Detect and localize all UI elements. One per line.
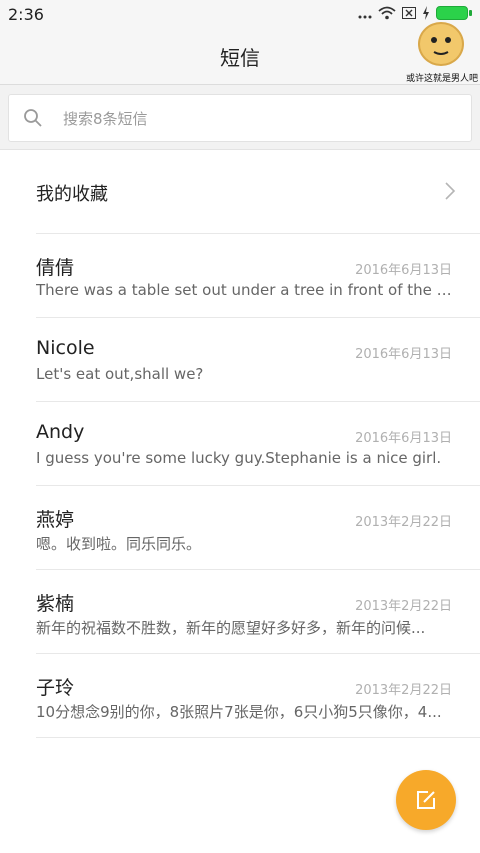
message-preview: I guess you're some lucky guy.Stephanie … xyxy=(36,449,442,467)
message-preview: 新年的祝福数不胜数，新年的愿望好多好多，新年的问候... xyxy=(36,619,426,637)
row-divider xyxy=(36,653,480,654)
message-preview: 10分想念9别的你，8张照片7张是你，6只小狗5只像你，4... xyxy=(36,703,442,721)
status-time: 2:36 xyxy=(8,5,44,24)
message-date: 2013年2月22日 xyxy=(355,599,452,614)
conversation-row[interactable]: Nicole 2016年6月13日 Let's eat out,shall we… xyxy=(0,317,480,401)
row-divider xyxy=(36,401,480,402)
no-sim-icon xyxy=(402,7,416,19)
contact-name: Nicole xyxy=(36,337,95,359)
charging-icon xyxy=(423,6,429,20)
message-date: 2016年6月13日 xyxy=(355,347,452,362)
wifi-icon xyxy=(378,6,396,20)
battery-icon xyxy=(436,6,472,20)
row-divider xyxy=(36,569,480,570)
app-header: 短信 或许这就是男人吧 xyxy=(0,22,480,85)
doge-face-icon xyxy=(418,22,464,66)
conversation-row[interactable]: 燕婷 2013年2月22日 嗯。收到啦。同乐同乐。 xyxy=(0,485,480,569)
conversation-row[interactable]: 子玲 2013年2月22日 10分想念9别的你，8张照片7张是你，6只小狗5只像… xyxy=(0,653,480,737)
list-end-divider xyxy=(36,737,480,738)
conversation-row[interactable]: Andy 2016年6月13日 I guess you're some luck… xyxy=(0,401,480,485)
message-preview: Let's eat out,shall we? xyxy=(36,365,204,383)
message-date: 2013年2月22日 xyxy=(355,515,452,530)
contact-name: 燕婷 xyxy=(36,509,75,531)
contact-name: 倩倩 xyxy=(36,257,75,279)
contact-name: Andy xyxy=(36,421,85,443)
message-date: 2013年2月22日 xyxy=(355,683,452,698)
row-divider xyxy=(36,485,480,486)
search-icon xyxy=(24,109,42,127)
conversation-row[interactable]: 紫楠 2013年2月22日 新年的祝福数不胜数，新年的愿望好多好多，新年的问候.… xyxy=(0,569,480,653)
doge-sticker: 或许这就是男人吧 xyxy=(406,20,479,84)
row-divider xyxy=(36,233,480,234)
message-date: 2016年6月13日 xyxy=(355,431,452,446)
signal-icon xyxy=(358,15,372,19)
contact-name: 紫楠 xyxy=(36,593,75,615)
message-date: 2016年6月13日 xyxy=(355,263,452,278)
search-input[interactable]: 搜索8条短信 xyxy=(8,94,472,142)
conversation-row[interactable]: 倩倩 2016年6月13日 There was a table set out … xyxy=(0,233,480,317)
search-area: 搜索8条短信 xyxy=(0,85,480,150)
favorites-row[interactable]: 我的收藏 xyxy=(0,150,480,234)
message-preview: 嗯。收到啦。同乐同乐。 xyxy=(36,535,202,553)
favorites-label: 我的收藏 xyxy=(36,184,108,205)
sticker-caption: 或许这就是男人吧 xyxy=(406,74,479,84)
row-divider xyxy=(36,317,480,318)
search-placeholder: 搜索8条短信 xyxy=(63,110,148,128)
message-preview: There was a table set out under a tree i… xyxy=(36,281,454,299)
status-icons xyxy=(358,6,472,20)
compose-icon xyxy=(417,791,435,809)
chevron-right-icon xyxy=(445,182,456,200)
contact-name: 子玲 xyxy=(36,677,75,699)
compose-button[interactable] xyxy=(396,770,456,830)
